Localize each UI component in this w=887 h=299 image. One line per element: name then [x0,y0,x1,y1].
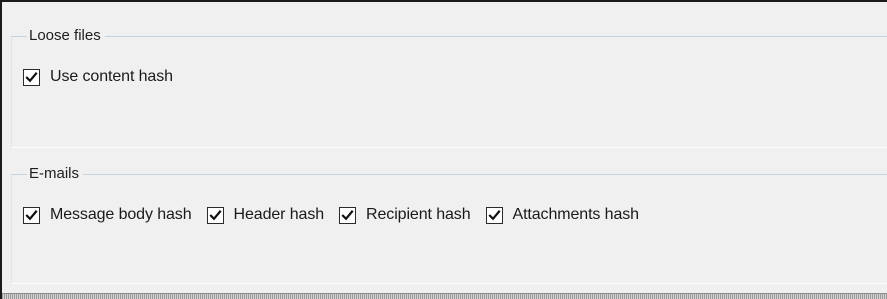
loose-files-title: Loose files [27,27,105,45]
message-body-hash-label: Message body hash [50,206,192,223]
checkbox-box[interactable] [23,206,40,224]
message-body-hash-checkbox[interactable]: Message body hash [23,206,192,224]
use-content-hash-checkbox[interactable]: Use content hash [23,68,173,86]
group-border [11,36,887,148]
checkmark-icon [25,71,38,82]
emails-title: E-mails [27,165,84,183]
attachments-hash-checkbox[interactable]: Attachments hash [485,206,640,224]
recipient-hash-label: Recipient hash [366,206,471,223]
checkbox-box[interactable] [23,68,40,86]
checkbox-box[interactable] [206,206,224,224]
checkbox-box[interactable] [485,206,503,224]
checkmark-icon [25,209,38,220]
checkmark-icon [208,209,222,220]
loose-files-options: Use content hash [23,68,173,86]
group-border [11,174,887,284]
emails-group: E-mails Message body hash Header hash Re… [11,165,887,284]
header-hash-label: Header hash [233,206,325,223]
checkmark-icon [341,209,354,220]
recipient-hash-checkbox[interactable]: Recipient hash [339,206,471,224]
use-content-hash-label: Use content hash [50,68,173,85]
checkmark-icon [487,209,501,220]
loose-files-group: Loose files Use content hash [11,27,887,148]
emails-options: Message body hash Header hash Recipient … [23,206,639,224]
header-hash-checkbox[interactable]: Header hash [206,206,325,224]
attachments-hash-label: Attachments hash [512,206,640,223]
settings-panel: Loose files Use content hash E-mails Mes… [0,0,887,299]
bottom-splitter-handle[interactable] [2,293,887,299]
checkbox-box[interactable] [339,206,357,224]
